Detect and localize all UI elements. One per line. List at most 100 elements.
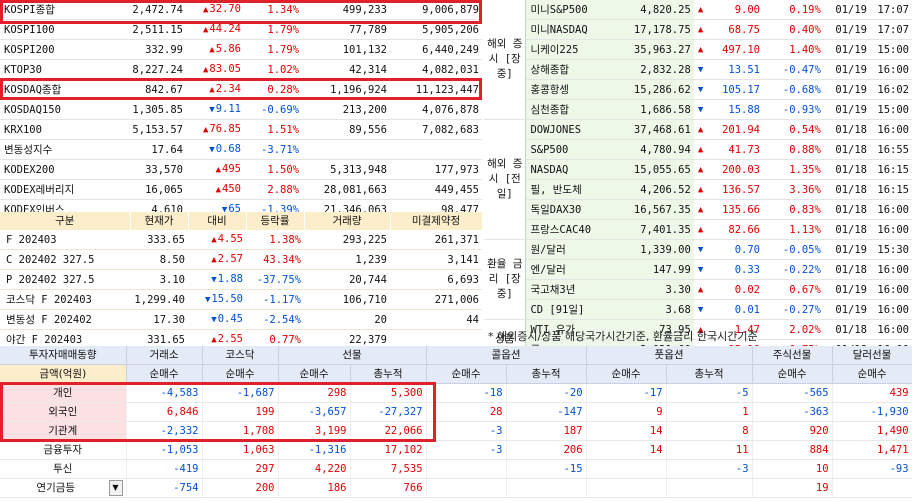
investor-row[interactable]: 연기금등 ▼ -754 200 186 766 19 — [0, 478, 912, 498]
index-pct: 1.02% — [244, 59, 302, 80]
overseas-row[interactable]: NASDAQ 15,055.65 ▲ 200.03 1.35% 01/18 16:15 — [484, 159, 912, 180]
change-arrow-cell: ▼ — [693, 99, 709, 120]
overseas-change: 13.51 — [708, 59, 763, 80]
futures-row[interactable]: F 202403 333.65 ▲4.55 1.38% 293,225 261,371 — [0, 230, 482, 250]
futures-change-value: 0.45 — [217, 313, 243, 325]
index-amount: 9,006,879 — [390, 0, 482, 20]
overseas-name: 미니S&P500 — [525, 0, 617, 20]
futures-price: 8.50 — [130, 249, 188, 270]
index-amount: 11,123,447 — [390, 79, 482, 100]
overseas-price: 7,401.35 — [616, 219, 694, 240]
overseas-time: 16:00 — [869, 319, 912, 340]
change-arrow-cell: ▼ — [693, 59, 709, 80]
triangle-up-icon: ▲ — [202, 65, 209, 75]
futures-header: 거래량 — [304, 212, 391, 230]
index-name: KRX100 — [0, 119, 128, 140]
overseas-name: NASDAQ — [525, 159, 617, 180]
triangle-up-icon: ▲ — [209, 85, 215, 95]
index-change-value: 83.05 — [209, 63, 241, 75]
triangle-up-icon: ▲ — [697, 125, 704, 135]
futures-open-interest: 271,006 — [390, 289, 482, 310]
overseas-date: 01/18 — [823, 219, 870, 240]
index-change: ▲44.24 — [186, 19, 244, 40]
overseas-row[interactable]: 심천종합 1,686.58 ▼ 15.88 -0.93% 01/19 15:00 — [484, 99, 912, 120]
index-name: KTOP30 — [0, 59, 128, 80]
overseas-time: 16:00 — [869, 199, 912, 220]
investor-row[interactable]: 투신 -419 297 4,220 7,535 -15 -3 10 -93 — [0, 459, 912, 479]
triangle-up-icon: ▲ — [211, 255, 217, 265]
futures-name: C 202402 327.5 — [0, 249, 130, 270]
index-volume: 101,132 — [302, 39, 390, 60]
investor-value: 22,066 — [350, 421, 427, 441]
futures-price: 333.65 — [130, 230, 188, 250]
index-row[interactable]: KOSPI종합 2,472.74 ▲32.70 1.34% 499,233 9,006,8… — [0, 0, 482, 20]
index-row[interactable]: KODEX200 33,570 ▲495 1.50% 5,313,948 177,973 — [0, 159, 482, 180]
index-row[interactable]: KOSPI200 332.99 ▲5.86 1.79% 101,132 6,440,249 — [0, 39, 482, 60]
index-row[interactable]: KOSDAQ종합 842.67 ▲2.34 0.28% 1,196,924 11,123,… — [0, 79, 482, 100]
index-row[interactable]: KTOP30 8,227.24 ▲83.05 1.02% 42,314 4,082,031 — [0, 59, 482, 80]
index-pct: 2.88% — [244, 179, 302, 200]
investor-subheader: 순매수 — [426, 364, 507, 384]
overseas-row[interactable]: 해외 증시 [장중] 미니S&P500 4,820.25 ▲ 9.00 0.19% 01/1… — [484, 0, 912, 120]
investor-value: 199 — [202, 402, 279, 422]
index-price: 842.67 — [128, 79, 186, 100]
overseas-row[interactable]: 니케이225 35,963.27 ▲ 497.10 1.40% 01/19 15:00 — [484, 39, 912, 60]
overseas-row[interactable]: CD [91일] 3.68 ▼ 0.01 -0.27% 01/19 16:00 — [484, 299, 912, 320]
overseas-time: 16:02 — [869, 79, 912, 100]
index-amount — [390, 139, 482, 160]
overseas-time: 16:15 — [869, 179, 912, 200]
index-row[interactable]: KOSPI100 2,511.15 ▲44.24 1.79% 77,789 5,905,2… — [0, 19, 482, 40]
investor-value — [586, 478, 667, 498]
investor-label: 외국인 — [0, 402, 127, 422]
futures-row[interactable]: 변동성 F 202402 17.30 ▼0.45 -2.54% 20 44 — [0, 309, 482, 330]
futures-change: ▼15.50 — [188, 289, 246, 310]
overseas-row[interactable]: 필, 반도체 4,206.52 ▲ 136.57 3.36% 01/18 16:15 — [484, 179, 912, 200]
change-arrow-cell: ▼ — [693, 259, 709, 280]
index-volume: 28,081,663 — [302, 179, 390, 200]
overseas-change: 0.02 — [708, 279, 763, 300]
overseas-row[interactable]: 환율 금리 [장중] 원/달러 1,339.00 ▼ 0.70 -0.05% 01/19 15… — [484, 239, 912, 320]
chevron-down-icon[interactable]: ▼ — [108, 480, 123, 496]
futures-header: 현재가 — [130, 212, 189, 230]
investor-row[interactable]: 기관계 -2,332 1,708 3,199 22,066 -3 187 14 8 920 1,49… — [0, 421, 912, 441]
overseas-change: 0.70 — [708, 239, 763, 260]
group-header: 달러선물 — [832, 346, 912, 365]
index-change: ▲32.70 — [186, 0, 244, 20]
overseas-row[interactable]: 엔/달러 147.99 ▼ 0.33 -0.22% 01/18 16:00 — [484, 259, 912, 280]
index-row[interactable]: 변동성지수 17.64 ▼0.68 -3.71% — [0, 139, 482, 160]
investor-value: 1 — [666, 402, 753, 422]
overseas-row[interactable]: 독일DAX30 16,567.35 ▲ 135.66 0.83% 01/18 16:00 — [484, 199, 912, 220]
triangle-down-icon: ▼ — [209, 145, 215, 155]
futures-row[interactable]: C 202402 327.5 8.50 ▲2.57 43.34% 1,239 3,141 — [0, 249, 482, 270]
futures-name: 변동성 F 202402 — [0, 309, 130, 330]
overseas-date: 01/19 — [823, 299, 870, 320]
futures-volume: 1,239 — [304, 249, 390, 270]
index-row[interactable]: KODEX레버리지 16,065 ▲450 2.88% 28,081,663 449,45… — [0, 179, 482, 200]
overseas-row[interactable]: 프랑스CAC40 7,401.35 ▲ 82.66 1.13% 01/18 16:00 — [484, 219, 912, 240]
overseas-row[interactable]: S&P500 4,780.94 ▲ 41.73 0.88% 01/18 16:55 — [484, 139, 912, 160]
investor-row[interactable]: 금융투자 -1,053 1,063 -1,316 17,102 -3 206 14 11 884 1… — [0, 440, 912, 460]
futures-price: 3.10 — [130, 269, 188, 290]
investor-row[interactable]: 외국인 6,846 199 -3,657 -27,327 28 -147 9 1 -363 -1,9… — [0, 402, 912, 422]
overseas-time: 15:00 — [869, 99, 912, 120]
investor-value: -1,930 — [832, 402, 912, 422]
futures-header: 구분 — [0, 212, 131, 230]
futures-row[interactable]: P 202402 327.5 3.10 ▼1.88 -37.75% 20,744 6,69… — [0, 269, 482, 290]
investor-label: 기관계 — [0, 421, 127, 441]
overseas-price: 1,686.58 — [616, 99, 694, 120]
overseas-row[interactable]: 홍콩항셍 15,286.62 ▼ 105.17 -0.68% 01/19 16:02 — [484, 79, 912, 100]
overseas-row[interactable]: 해외 증시 [전일] DOWJONES 37,468.61 ▲ 201.94 0.54% 0… — [484, 119, 912, 240]
overseas-price: 16,567.35 — [616, 199, 694, 220]
overseas-date: 01/18 — [823, 179, 870, 200]
overseas-row[interactable]: 미니NASDAQ 17,178.75 ▲ 68.75 0.40% 01/19 17:07 — [484, 19, 912, 40]
index-row[interactable]: KRX100 5,153.57 ▲76.85 1.51% 89,556 7,082,683 — [0, 119, 482, 140]
overseas-row[interactable]: 상해종합 2,832.28 ▼ 13.51 -0.47% 01/19 16:00 — [484, 59, 912, 80]
change-arrow-cell: ▲ — [693, 19, 709, 40]
index-row[interactable]: KOSDAQ150 1,305.85 ▼9.11 -0.69% 213,200 4,076… — [0, 99, 482, 120]
overseas-row[interactable]: 국고채3년 3.30 ▲ 0.02 0.67% 01/19 16:00 — [484, 279, 912, 300]
investor-row[interactable]: 개인 -4,583 -1,687 298 5,300 -18 -20 -17 -5 -565 439 — [0, 383, 912, 403]
overseas-price: 147.99 — [616, 259, 694, 280]
index-change-value: 0.68 — [215, 143, 241, 155]
investor-label: 개인 — [0, 383, 127, 403]
futures-row[interactable]: 코스닥 F 202403 1,299.40 ▼15.50 -1.17% 106,710 2… — [0, 289, 482, 310]
